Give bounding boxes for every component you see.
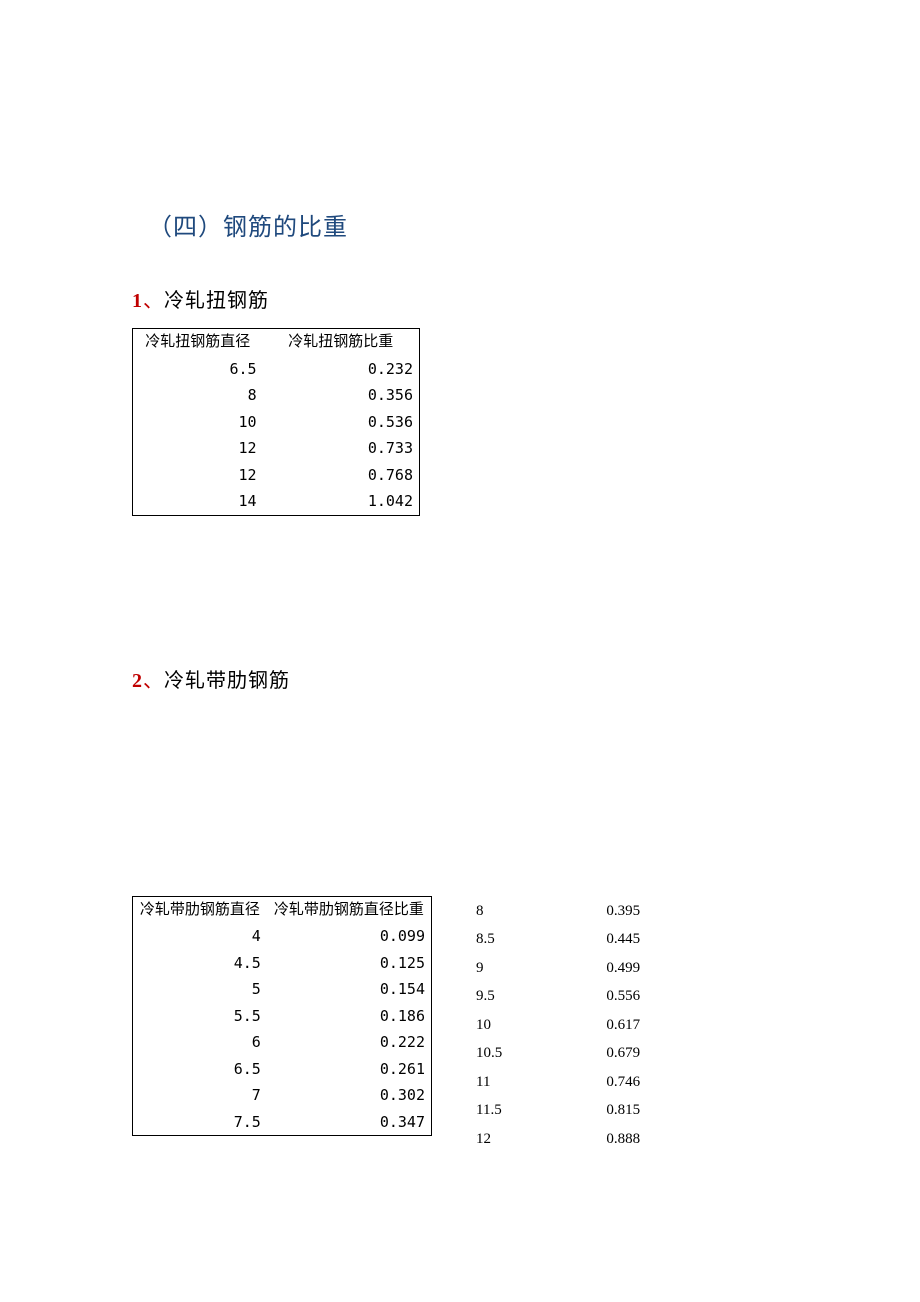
cell-diameter: 6.5 <box>133 356 263 383</box>
table-row: 70.302 <box>133 1082 432 1109</box>
cell-diameter: 5 <box>133 976 267 1003</box>
cell-diameter: 8 <box>133 382 263 409</box>
table-row: 8.50.445 <box>470 926 754 953</box>
cell-weight: 1.042 <box>263 488 420 515</box>
cell-diameter: 7 <box>133 1082 267 1109</box>
cell-weight: 0.768 <box>263 462 420 489</box>
table-row: 6.50.232 <box>133 356 420 383</box>
cell-weight: 0.186 <box>267 1003 432 1030</box>
cell-weight: 0.746 <box>600 1069 754 1096</box>
table-1-header-diameter: 冷轧扭钢筋直径 <box>133 329 263 356</box>
table-2-left: 冷轧带肋钢筋直径 冷轧带肋钢筋直径比重 40.099 4.50.125 50.1… <box>132 896 432 1137</box>
table-row: 9.50.556 <box>470 983 754 1010</box>
table-row: 80.356 <box>133 382 420 409</box>
cell-diameter: 4.5 <box>133 950 267 977</box>
table-1-header-row: 冷轧扭钢筋直径 冷轧扭钢筋比重 <box>133 329 420 356</box>
cell-diameter: 10 <box>133 409 263 436</box>
cell-weight: 0.222 <box>267 1029 432 1056</box>
cell-weight: 0.395 <box>600 898 754 925</box>
cell-diameter: 14 <box>133 488 263 515</box>
cell-weight: 0.302 <box>267 1082 432 1109</box>
cell-diameter: 9.5 <box>470 983 598 1010</box>
table-row: 50.154 <box>133 976 432 1003</box>
table-row: 7.50.347 <box>133 1109 432 1136</box>
subsection-1-label: 冷轧扭钢筋 <box>164 290 269 312</box>
table-row: 6.50.261 <box>133 1056 432 1083</box>
cell-diameter: 6 <box>133 1029 267 1056</box>
table-2-container: 冷轧带肋钢筋直径 冷轧带肋钢筋直径比重 40.099 4.50.125 50.1… <box>132 896 800 1137</box>
table-1: 冷轧扭钢筋直径 冷轧扭钢筋比重 6.50.232 80.356 100.536 … <box>132 328 420 516</box>
subsection-1-title: 1、冷轧扭钢筋 <box>132 286 800 316</box>
table-row: 120.768 <box>133 462 420 489</box>
table-row: 141.042 <box>133 488 420 515</box>
table-2-header-weight: 冷轧带肋钢筋直径比重 <box>267 896 432 923</box>
section-title: （四）钢筋的比重 <box>148 210 800 246</box>
subsection-2-label: 冷轧带肋钢筋 <box>164 670 290 692</box>
cell-diameter: 12 <box>133 462 263 489</box>
cell-diameter: 11 <box>470 1069 598 1096</box>
cell-diameter: 8.5 <box>470 926 598 953</box>
cell-diameter: 4 <box>133 923 267 950</box>
cell-weight: 0.556 <box>600 983 754 1010</box>
cell-diameter: 12 <box>133 435 263 462</box>
table-row: 4.50.125 <box>133 950 432 977</box>
table-2-header-row: 冷轧带肋钢筋直径 冷轧带肋钢筋直径比重 <box>133 896 432 923</box>
subsection-1-number: 1 <box>132 290 143 312</box>
table-row: 90.499 <box>470 955 754 982</box>
cell-weight: 0.888 <box>600 1126 754 1153</box>
cell-diameter: 9 <box>470 955 598 982</box>
subsection-2-sep: 、 <box>143 670 164 692</box>
table-row: 60.222 <box>133 1029 432 1056</box>
cell-weight: 0.154 <box>267 976 432 1003</box>
cell-diameter: 5.5 <box>133 1003 267 1030</box>
table-row: 120.733 <box>133 435 420 462</box>
cell-diameter: 7.5 <box>133 1109 267 1136</box>
table-row: 110.746 <box>470 1069 754 1096</box>
cell-weight: 0.347 <box>267 1109 432 1136</box>
table-row: 40.099 <box>133 923 432 950</box>
table-row: 11.50.815 <box>470 1097 754 1124</box>
cell-diameter: 10.5 <box>470 1040 598 1067</box>
table-row: 5.50.186 <box>133 1003 432 1030</box>
table-2-right: 80.395 8.50.445 90.499 9.50.556 100.617 … <box>468 896 756 1155</box>
table-row: 10.50.679 <box>470 1040 754 1067</box>
cell-weight: 0.499 <box>600 955 754 982</box>
cell-weight: 0.733 <box>263 435 420 462</box>
cell-diameter: 10 <box>470 1012 598 1039</box>
cell-weight: 0.125 <box>267 950 432 977</box>
cell-diameter: 8 <box>470 898 598 925</box>
cell-weight: 0.099 <box>267 923 432 950</box>
table-row: 80.395 <box>470 898 754 925</box>
cell-weight: 0.356 <box>263 382 420 409</box>
cell-weight: 0.261 <box>267 1056 432 1083</box>
table-2-header-diameter: 冷轧带肋钢筋直径 <box>133 896 267 923</box>
cell-weight: 0.445 <box>600 926 754 953</box>
subsection-1-sep: 、 <box>143 290 164 312</box>
cell-weight: 0.536 <box>263 409 420 436</box>
table-row: 120.888 <box>470 1126 754 1153</box>
cell-weight: 0.617 <box>600 1012 754 1039</box>
subsection-2-title: 2、冷轧带肋钢筋 <box>132 666 800 696</box>
cell-weight: 0.815 <box>600 1097 754 1124</box>
cell-weight: 0.679 <box>600 1040 754 1067</box>
table-row: 100.536 <box>133 409 420 436</box>
table-1-header-weight: 冷轧扭钢筋比重 <box>263 329 420 356</box>
cell-weight: 0.232 <box>263 356 420 383</box>
cell-diameter: 11.5 <box>470 1097 598 1124</box>
table-row: 100.617 <box>470 1012 754 1039</box>
cell-diameter: 6.5 <box>133 1056 267 1083</box>
subsection-2-number: 2 <box>132 670 143 692</box>
cell-diameter: 12 <box>470 1126 598 1153</box>
